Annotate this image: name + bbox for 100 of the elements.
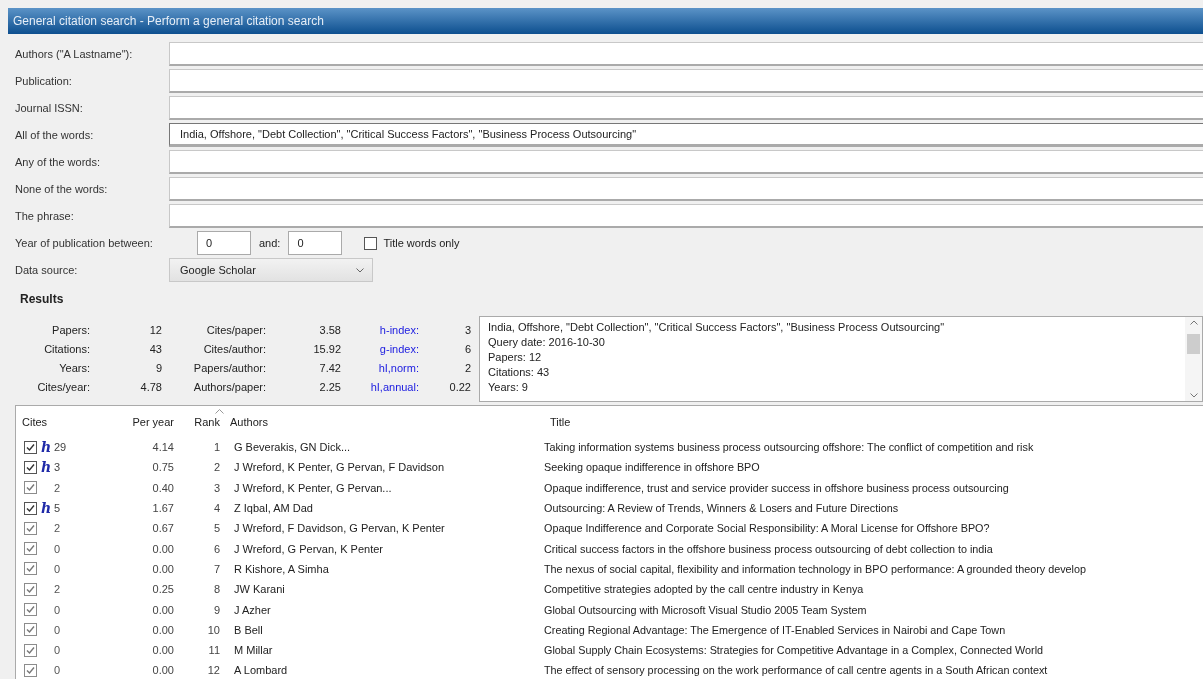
table-cell: 2 [54, 522, 61, 535]
checkbox[interactable] [24, 643, 37, 657]
column-header[interactable]: Per year [106, 415, 178, 428]
table-cell-text: The nexus of social capital, flexibility and information technology in BPO performance: A grounded theory develop [544, 562, 1087, 575]
h-core-marker: h [41, 440, 50, 455]
scroll-down-icon[interactable] [1189, 393, 1198, 398]
table-cell-text: 0.00 [151, 664, 175, 677]
checkbox[interactable] [24, 460, 37, 474]
input-field[interactable] [169, 96, 1203, 120]
scroll-up-icon[interactable] [1189, 320, 1198, 325]
table-cell-text: Competitive strategies adopted by the call centre industry in Kenya [544, 583, 865, 596]
stat-label: Cites/paper: [205, 323, 266, 336]
data-source-dropdown[interactable]: Google Scholar [169, 258, 373, 282]
stat-value: 0.22 [448, 380, 471, 393]
stat-value: 2.25 [318, 380, 341, 393]
table-cell-text: A Lombard [233, 664, 289, 677]
input-field[interactable] [169, 42, 1203, 66]
window-title: General citation search - Perform a general citation search [8, 8, 1203, 34]
table-cell-text: J Wreford, G Pervan, K Penter [233, 542, 384, 555]
sort-caret-icon [215, 409, 224, 414]
table-cell-text: 0.00 [151, 623, 175, 636]
input-field[interactable] [169, 204, 1203, 228]
table-cell: 2 [54, 583, 61, 596]
column-header[interactable]: Cites [16, 415, 106, 428]
table-cell-text: Creating Regional Advantage: The Emergence of IT-Enabled Services in Nairobi and Cape Town [544, 623, 1007, 636]
table-cell-text: 0.25 [151, 583, 175, 596]
year-from-field[interactable]: 0 [197, 231, 251, 255]
field-label: Any of the words: [15, 156, 101, 168]
table-cell-text: 7 [212, 562, 221, 575]
scroll-thumb[interactable] [1187, 334, 1200, 354]
h-core-marker: h [41, 460, 50, 475]
table-cell-text: J Azher [233, 603, 272, 616]
section-heading: Results [19, 291, 65, 308]
field-label: Authors ("A Lastname"): [15, 48, 134, 60]
table-cell: 0 [54, 644, 61, 657]
table-cell: 2 [54, 481, 61, 494]
input-field[interactable]: India, Offshore, "Debt Collection", "Critical Success Factors", "Business Process Outsourcing" [169, 123, 1203, 147]
table-cell-text: 5 [212, 522, 221, 535]
table-cell-text: 1 [212, 441, 221, 454]
field-label: The phrase: [15, 210, 75, 222]
summary-line: Query date: 2016-10-30 [488, 335, 606, 350]
checkbox[interactable] [24, 440, 37, 454]
stat-label: Papers/author: [192, 361, 266, 374]
checkbox[interactable] [24, 663, 37, 677]
table-cell-text: 2 [212, 461, 221, 474]
stat-value: 6 [463, 342, 471, 355]
year-to-field[interactable]: 0 [288, 231, 343, 255]
column-header[interactable]: Authors [224, 415, 544, 428]
table-cell-text: J Wreford, K Penter, G Pervan, F Davidson [233, 461, 446, 474]
table-cell: 0 [54, 603, 61, 616]
table-cell-text: JW Karani [233, 583, 286, 596]
checkbox[interactable] [24, 603, 37, 616]
input-field[interactable] [169, 150, 1203, 174]
table-cell-text: 10 [206, 623, 221, 636]
table-cell: 0 [54, 542, 61, 555]
checkbox[interactable] [24, 521, 37, 535]
table-cell-text: Taking information systems business process outsourcing offshore: The conflict of competition and risk [544, 441, 1035, 454]
stat-label: Cites/author: [202, 342, 266, 355]
summary-line: Papers: 12 [488, 350, 543, 365]
h-core-marker: h [41, 501, 50, 516]
stat-label: Years: [58, 361, 90, 374]
stat-link[interactable]: h-index: [341, 323, 419, 336]
stat-label: Cites/year: [36, 380, 90, 393]
checkbox[interactable] [24, 582, 37, 596]
table-cell-text: B Bell [233, 623, 264, 636]
table-cell-text: Global Supply Chain Ecosystems: Strategies for Competitive Advantage in a Complex, Connected World [544, 644, 1045, 657]
table-cell-text: 0.00 [151, 644, 175, 657]
checkbox-label[interactable]: Title words only [383, 237, 460, 249]
column-header[interactable]: Rank [178, 415, 224, 428]
column-header[interactable]: Title [544, 415, 1203, 428]
stat-value: 3 [463, 323, 471, 336]
checkbox[interactable] [24, 501, 37, 515]
table-cell-text: R Kishore, A Simha [233, 562, 330, 575]
table-cell-text: 0.00 [151, 562, 175, 575]
field-label: All of the words: [15, 129, 95, 141]
table-cell-text: Opaque indifference, trust and service provider success in offshore business process outsourcing [544, 481, 1010, 494]
summary-line: Citations: 43 [488, 365, 551, 380]
stat-link[interactable]: hI,norm: [341, 361, 419, 374]
table-cell-text: G Beverakis, GN Dick... [233, 441, 352, 454]
stat-link[interactable]: g-index: [341, 342, 419, 355]
stat-label: Citations: [43, 342, 90, 355]
checkbox[interactable] [364, 236, 378, 250]
table-cell: 0 [54, 664, 61, 677]
stat-link[interactable]: hI,annual: [341, 380, 419, 393]
checkbox[interactable] [24, 623, 37, 637]
checkbox[interactable] [24, 481, 37, 495]
checkbox[interactable] [24, 542, 37, 556]
scrollbar[interactable] [1185, 317, 1202, 401]
table-cell-text: Global Outsourcing with Microsoft Visual Studio 2005 Team System [544, 603, 868, 616]
table-cell-text: Outsourcing: A Review of Trends, Winners & Losers and Future Directions [544, 502, 900, 515]
stat-label: Papers: [51, 323, 90, 336]
field-label: Journal ISSN: [15, 102, 84, 114]
table-cell: 3 [54, 461, 61, 474]
input-field[interactable] [169, 69, 1203, 93]
checkbox[interactable] [24, 562, 37, 576]
table-cell-text: Z Iqbal, AM Dad [233, 502, 314, 515]
chevron-down-icon [356, 267, 364, 273]
stat-value: 15.92 [312, 342, 341, 355]
table-cell-text: Opaque Indifference and Corporate Social Responsibility: A Moral License for Offshore BPO? [544, 522, 991, 535]
input-field[interactable] [169, 177, 1203, 201]
